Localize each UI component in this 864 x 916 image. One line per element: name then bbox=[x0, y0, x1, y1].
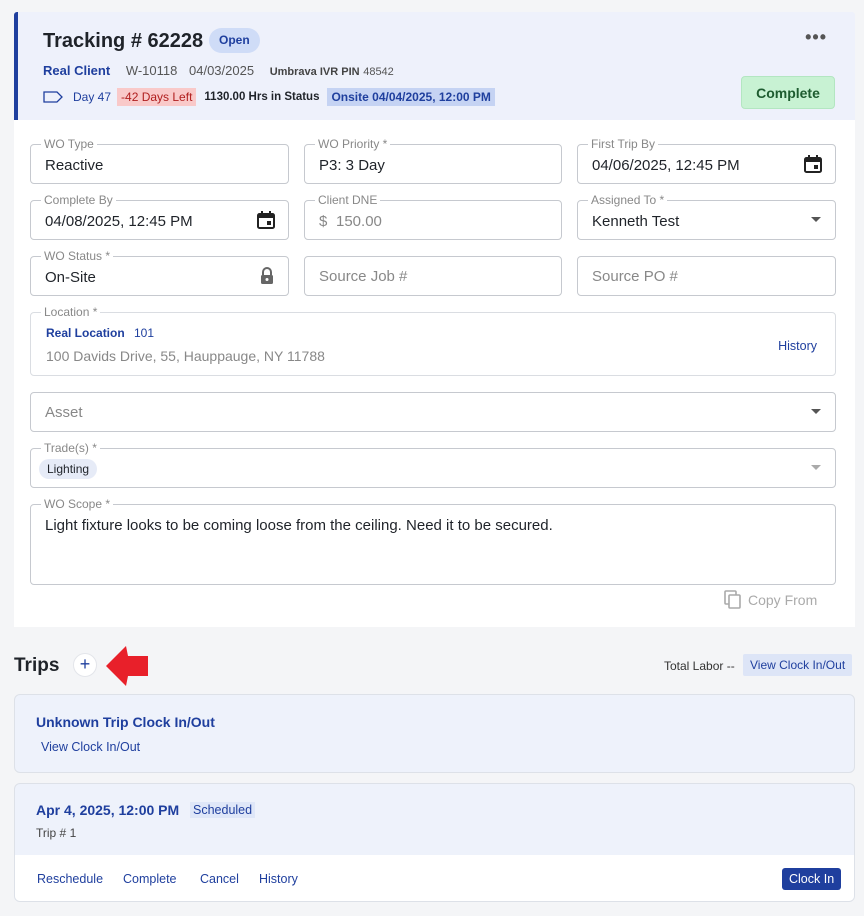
unknown-trip-title: Unknown Trip Clock In/Out bbox=[36, 714, 215, 730]
location-field: Location * Real Location 101 100 Davids … bbox=[30, 305, 836, 376]
view-clock-in-out-button[interactable]: View Clock In/Out bbox=[743, 654, 853, 676]
location-address: 100 Davids Drive, 55, Hauppauge, NY 1178… bbox=[46, 348, 325, 364]
client-name[interactable]: Real Client bbox=[43, 63, 110, 78]
first-trip-by-value: 04/06/2025, 12:45 PM bbox=[592, 157, 740, 174]
location-name[interactable]: Real Location bbox=[46, 326, 125, 340]
assigned-to-label: Assigned To * bbox=[588, 193, 668, 207]
calendar-icon[interactable] bbox=[256, 210, 276, 230]
header-status-row: Day 47 -42 Days Left 1130.00 Hrs in Stat… bbox=[43, 87, 495, 107]
header-meta: Real Client W-10118 04/03/2025 Umbrava I… bbox=[43, 63, 394, 78]
ivr-pin-label: Umbrava IVR PIN bbox=[269, 66, 360, 78]
copy-icon bbox=[724, 590, 741, 609]
copy-from-button[interactable]: Copy From bbox=[724, 590, 817, 610]
chevron-down-icon[interactable] bbox=[811, 217, 821, 222]
location-history-link[interactable]: History bbox=[778, 339, 817, 353]
source-po-placeholder: Source PO # bbox=[592, 268, 678, 285]
add-trip-button[interactable]: + bbox=[73, 653, 97, 677]
total-labor: Total Labor -- bbox=[664, 659, 735, 673]
asset-placeholder: Asset bbox=[45, 404, 83, 421]
wo-number: W-10118 bbox=[125, 63, 178, 78]
assigned-to-value: Kenneth Test bbox=[592, 213, 680, 230]
wo-status-value: On-Site bbox=[45, 269, 96, 286]
client-dne-label: Client DNE bbox=[315, 193, 381, 207]
client-dne-placeholder: 150.00 bbox=[336, 213, 382, 230]
wo-scope-value: Light fixture looks to be coming loose f… bbox=[45, 517, 553, 534]
ivr-pin: 48542 bbox=[363, 66, 394, 78]
days-left-badge: -42 Days Left bbox=[117, 88, 197, 106]
work-order-header: Tracking # 62228 Open ••• Real Client W-… bbox=[14, 12, 855, 120]
location-label: Location * bbox=[41, 305, 101, 319]
complete-by-value: 04/08/2025, 12:45 PM bbox=[45, 213, 193, 230]
currency-symbol: $ bbox=[319, 213, 328, 230]
day-count: Day 47 bbox=[73, 90, 112, 104]
copy-from-label: Copy From bbox=[748, 592, 818, 608]
complete-button[interactable]: Complete bbox=[741, 76, 835, 109]
trip-complete-button[interactable]: Complete bbox=[123, 872, 177, 886]
wo-type-label: WO Type bbox=[41, 137, 97, 151]
wo-priority-value: P3: 3 Day bbox=[319, 157, 385, 174]
tag-icon bbox=[43, 91, 63, 103]
work-order-page: Tracking # 62228 Open ••• Real Client W-… bbox=[0, 0, 864, 916]
trip-date: Apr 4, 2025, 12:00 PM bbox=[36, 802, 180, 818]
assigned-to-field[interactable]: Assigned To * Kenneth Test bbox=[577, 193, 836, 240]
wo-scope-label: WO Scope * bbox=[41, 497, 114, 511]
unknown-trip-card: Unknown Trip Clock In/Out View Clock In/… bbox=[14, 694, 855, 773]
source-job-placeholder: Source Job # bbox=[319, 268, 408, 285]
source-po-input[interactable]: Source PO # bbox=[577, 256, 836, 296]
wo-status-label: WO Status * bbox=[41, 249, 114, 263]
wo-date: 04/03/2025 bbox=[189, 63, 255, 78]
hrs-in-status: 1130.00 Hrs in Status bbox=[204, 91, 320, 103]
trip-status-badge: Scheduled bbox=[190, 802, 256, 818]
chevron-down-icon[interactable] bbox=[811, 465, 821, 470]
complete-by-label: Complete By bbox=[41, 193, 116, 207]
more-icon[interactable]: ••• bbox=[805, 28, 827, 46]
client-dne-field[interactable]: Client DNE $ 150.00 bbox=[304, 193, 562, 240]
wo-status-field[interactable]: WO Status * On-Site bbox=[30, 249, 289, 296]
first-trip-by-field[interactable]: First Trip By 04/06/2025, 12:45 PM bbox=[577, 137, 836, 184]
red-arrow-icon bbox=[106, 646, 148, 686]
lock-icon bbox=[261, 267, 273, 284]
trades-select[interactable]: Trade(s) * Lighting bbox=[30, 441, 836, 488]
trade-chip[interactable]: Lighting bbox=[39, 459, 98, 479]
first-trip-by-label: First Trip By bbox=[588, 137, 659, 151]
location-number: 101 bbox=[134, 326, 155, 340]
wo-type-field[interactable]: WO Type Reactive bbox=[30, 137, 289, 184]
complete-by-field[interactable]: Complete By 04/08/2025, 12:45 PM bbox=[30, 193, 289, 240]
asset-select[interactable]: Asset bbox=[30, 392, 836, 432]
clock-in-button[interactable]: Clock In bbox=[782, 868, 842, 890]
trip-number: Trip # 1 bbox=[36, 826, 77, 840]
trades-label: Trade(s) * bbox=[41, 441, 100, 455]
source-job-input[interactable]: Source Job # bbox=[304, 256, 562, 296]
trip-actions: Reschedule Complete Cancel History Clock… bbox=[15, 855, 854, 901]
chevron-down-icon[interactable] bbox=[811, 409, 821, 414]
status-badge: Open bbox=[209, 28, 260, 53]
work-order-form: WO Type Reactive WO Priority * P3: 3 Day… bbox=[14, 120, 855, 627]
trip-history-button[interactable]: History bbox=[259, 872, 298, 886]
unknown-trip-view-clock-link[interactable]: View Clock In/Out bbox=[41, 740, 140, 754]
trip-card: Apr 4, 2025, 12:00 PM Scheduled Trip # 1… bbox=[14, 783, 855, 902]
wo-priority-field[interactable]: WO Priority * P3: 3 Day bbox=[304, 137, 562, 184]
wo-priority-label: WO Priority * bbox=[315, 137, 391, 151]
reschedule-button[interactable]: Reschedule bbox=[37, 872, 103, 886]
onsite-badge: Onsite 04/04/2025, 12:00 PM bbox=[327, 88, 495, 106]
calendar-icon[interactable] bbox=[803, 154, 823, 174]
page-title: Tracking # 62228 bbox=[43, 30, 204, 52]
trips-title: Trips bbox=[14, 655, 60, 676]
trip-cancel-button[interactable]: Cancel bbox=[200, 872, 239, 886]
wo-type-value: Reactive bbox=[45, 157, 104, 174]
wo-scope-textarea[interactable]: WO Scope * Light fixture looks to be com… bbox=[30, 497, 836, 585]
